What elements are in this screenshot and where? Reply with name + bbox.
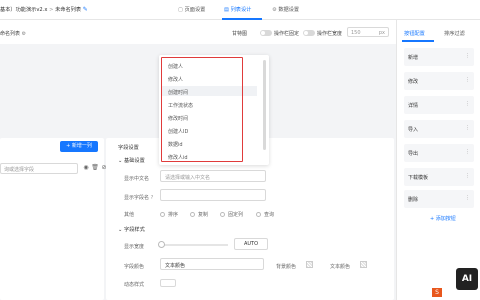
option-sort[interactable]: 排序 — [160, 211, 178, 218]
display-cn-input[interactable]: 请选择或输入中文名 — [160, 170, 266, 182]
width-value: 150 — [351, 30, 361, 36]
display-width-label: 显示宽度 — [124, 244, 145, 250]
more-icon[interactable]: ⋮ — [465, 149, 470, 155]
field-search-input[interactable]: 询或选择字段 — [0, 163, 78, 174]
chevron-down-icon: ⌄ — [118, 227, 123, 233]
rp-item-delete[interactable]: 删除 ⋮ — [404, 190, 474, 208]
width-unit: px — [378, 30, 385, 36]
more-icon[interactable]: ⋮ — [465, 101, 470, 107]
style-section[interactable]: ⌄ 字段样式 — [118, 226, 145, 233]
width-slider-handle[interactable] — [158, 241, 165, 248]
more-icon[interactable]: ⋮ — [465, 125, 470, 131]
breadcrumb-separator: > — [49, 7, 54, 13]
font-color-select[interactable]: 文本颜色 — [160, 258, 264, 270]
gantt-toggle[interactable] — [260, 30, 272, 36]
eye-icon[interactable]: ◉ — [82, 164, 90, 172]
more-icon[interactable]: ⋮ — [465, 195, 470, 201]
option-fixed[interactable]: 固定列 — [220, 211, 243, 218]
width-input[interactable]: 150 px — [347, 27, 389, 37]
width-slider-track[interactable] — [160, 244, 228, 246]
fixed-label: 操作栏固定 — [274, 31, 300, 37]
tab-data-settings[interactable]: ⚙ 数据设置 — [272, 6, 299, 13]
more-icon[interactable]: ⋮ — [465, 77, 470, 83]
dropdown-scrollbar[interactable] — [263, 60, 266, 150]
bg-color-label: 背景颜色 — [276, 264, 297, 270]
display-en-label: 显示字段名 ? — [124, 195, 154, 201]
more-icon[interactable]: ⋮ — [465, 53, 470, 59]
settings-icon: ⚙ — [21, 31, 27, 37]
rp-tab-indicator — [402, 40, 434, 42]
chevron-down-icon: ⌄ — [118, 158, 123, 164]
breadcrumb: 基本）功能演示v2.x > 未命名列表 ✎ — [0, 6, 89, 14]
gantt-label: 甘特图 — [232, 31, 248, 37]
rp-item-download-template[interactable]: 下载模板 ⋮ — [404, 168, 474, 186]
field-settings-title: 字段设置 — [118, 145, 139, 151]
rp-item-edit[interactable]: 修改 ⋮ — [404, 72, 474, 90]
other-label: 其他 — [124, 212, 135, 218]
basic-section[interactable]: ⌄ 基础设置 — [118, 157, 145, 164]
input-method-icon: S — [432, 288, 442, 297]
ai-logo-icon: AI — [456, 268, 478, 290]
rp-item-import[interactable]: 导入 ⋮ — [404, 120, 474, 138]
tab-button-config[interactable]: 按钮配置 — [404, 30, 425, 37]
bg-color-picker[interactable] — [306, 261, 313, 268]
text-color-picker[interactable] — [360, 261, 367, 268]
dynamic-style-button[interactable] — [160, 279, 176, 287]
display-en-input[interactable] — [160, 189, 266, 201]
option-query[interactable]: 查询 — [256, 211, 274, 218]
fixed-toggle[interactable] — [303, 30, 315, 36]
rp-item-detail[interactable]: 详情 ⋮ — [404, 96, 474, 114]
breadcrumb-current: 未命名列表 — [55, 7, 82, 13]
display-cn-label: 显示中文名 — [124, 176, 150, 182]
page-icon: ▢ — [178, 7, 183, 13]
tab-sort-filter[interactable]: 排序过滤 — [444, 30, 465, 37]
rp-item-add[interactable]: 新增 ⋮ — [404, 48, 474, 66]
tab-page-settings[interactable]: ▢ 页面设置 — [178, 6, 205, 13]
font-color-label: 字段颜色 — [124, 264, 145, 270]
breadcrumb-prefix[interactable]: 基本）功能演示v2.x — [0, 7, 47, 13]
width-auto-input[interactable]: AUTO — [234, 238, 268, 250]
text-color-label: 文本颜色 — [330, 264, 351, 270]
help-icon: ? — [150, 195, 154, 201]
add-button-link[interactable]: + 添加按钮 — [430, 215, 456, 222]
dynamic-style-label: 动态样式 — [124, 282, 145, 288]
delete-icon[interactable]: 🗑 — [91, 164, 99, 172]
edit-icon[interactable]: ✎ — [83, 7, 89, 13]
more-icon[interactable]: ⋮ — [465, 173, 470, 179]
highlight-annotation-box — [161, 57, 243, 162]
option-copy[interactable]: 复制 — [190, 211, 208, 218]
rp-item-export[interactable]: 导出 ⋮ — [404, 144, 474, 162]
tab-list-design[interactable]: ▤ 列表设计 — [224, 6, 251, 13]
width-label: 操作栏宽度 — [317, 31, 343, 37]
list-title: 命名列表 ⚙ — [0, 31, 27, 37]
new-column-button[interactable]: + 新增一列 — [60, 141, 98, 152]
gear-icon: ⚙ — [272, 7, 277, 13]
list-icon: ▤ — [224, 7, 229, 13]
